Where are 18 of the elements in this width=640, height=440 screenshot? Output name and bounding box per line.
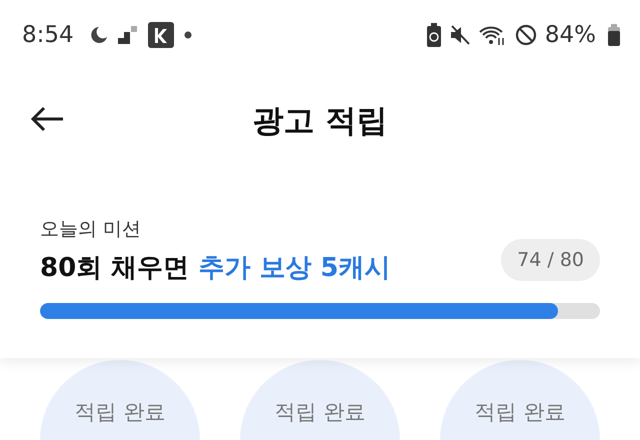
status-time: 8:54 [22, 22, 74, 48]
app-icon [148, 22, 174, 48]
battery-icon [608, 24, 620, 46]
page-title: 광고 적립 [252, 102, 388, 141]
mission-label: 오늘의 미션 [40, 217, 142, 242]
battery-percent: 84% [544, 22, 596, 48]
back-arrow-icon[interactable] [30, 106, 64, 132]
steps-icon [118, 26, 138, 44]
mission-headline: 80회 채우면 추가 보상 5캐시 [40, 252, 390, 285]
dot-icon [184, 31, 192, 39]
wifi-icon [478, 24, 507, 46]
reward-circle[interactable]: 적립 완료 [440, 360, 600, 440]
mute-icon [448, 24, 471, 46]
progress-count: 74 / 80 [501, 239, 600, 281]
battery-saver-icon [426, 23, 441, 47]
reward-circle[interactable]: 적립 완료 [240, 360, 400, 440]
blocked-icon [514, 24, 537, 46]
reward-circle[interactable]: 적립 완료 [40, 360, 200, 440]
